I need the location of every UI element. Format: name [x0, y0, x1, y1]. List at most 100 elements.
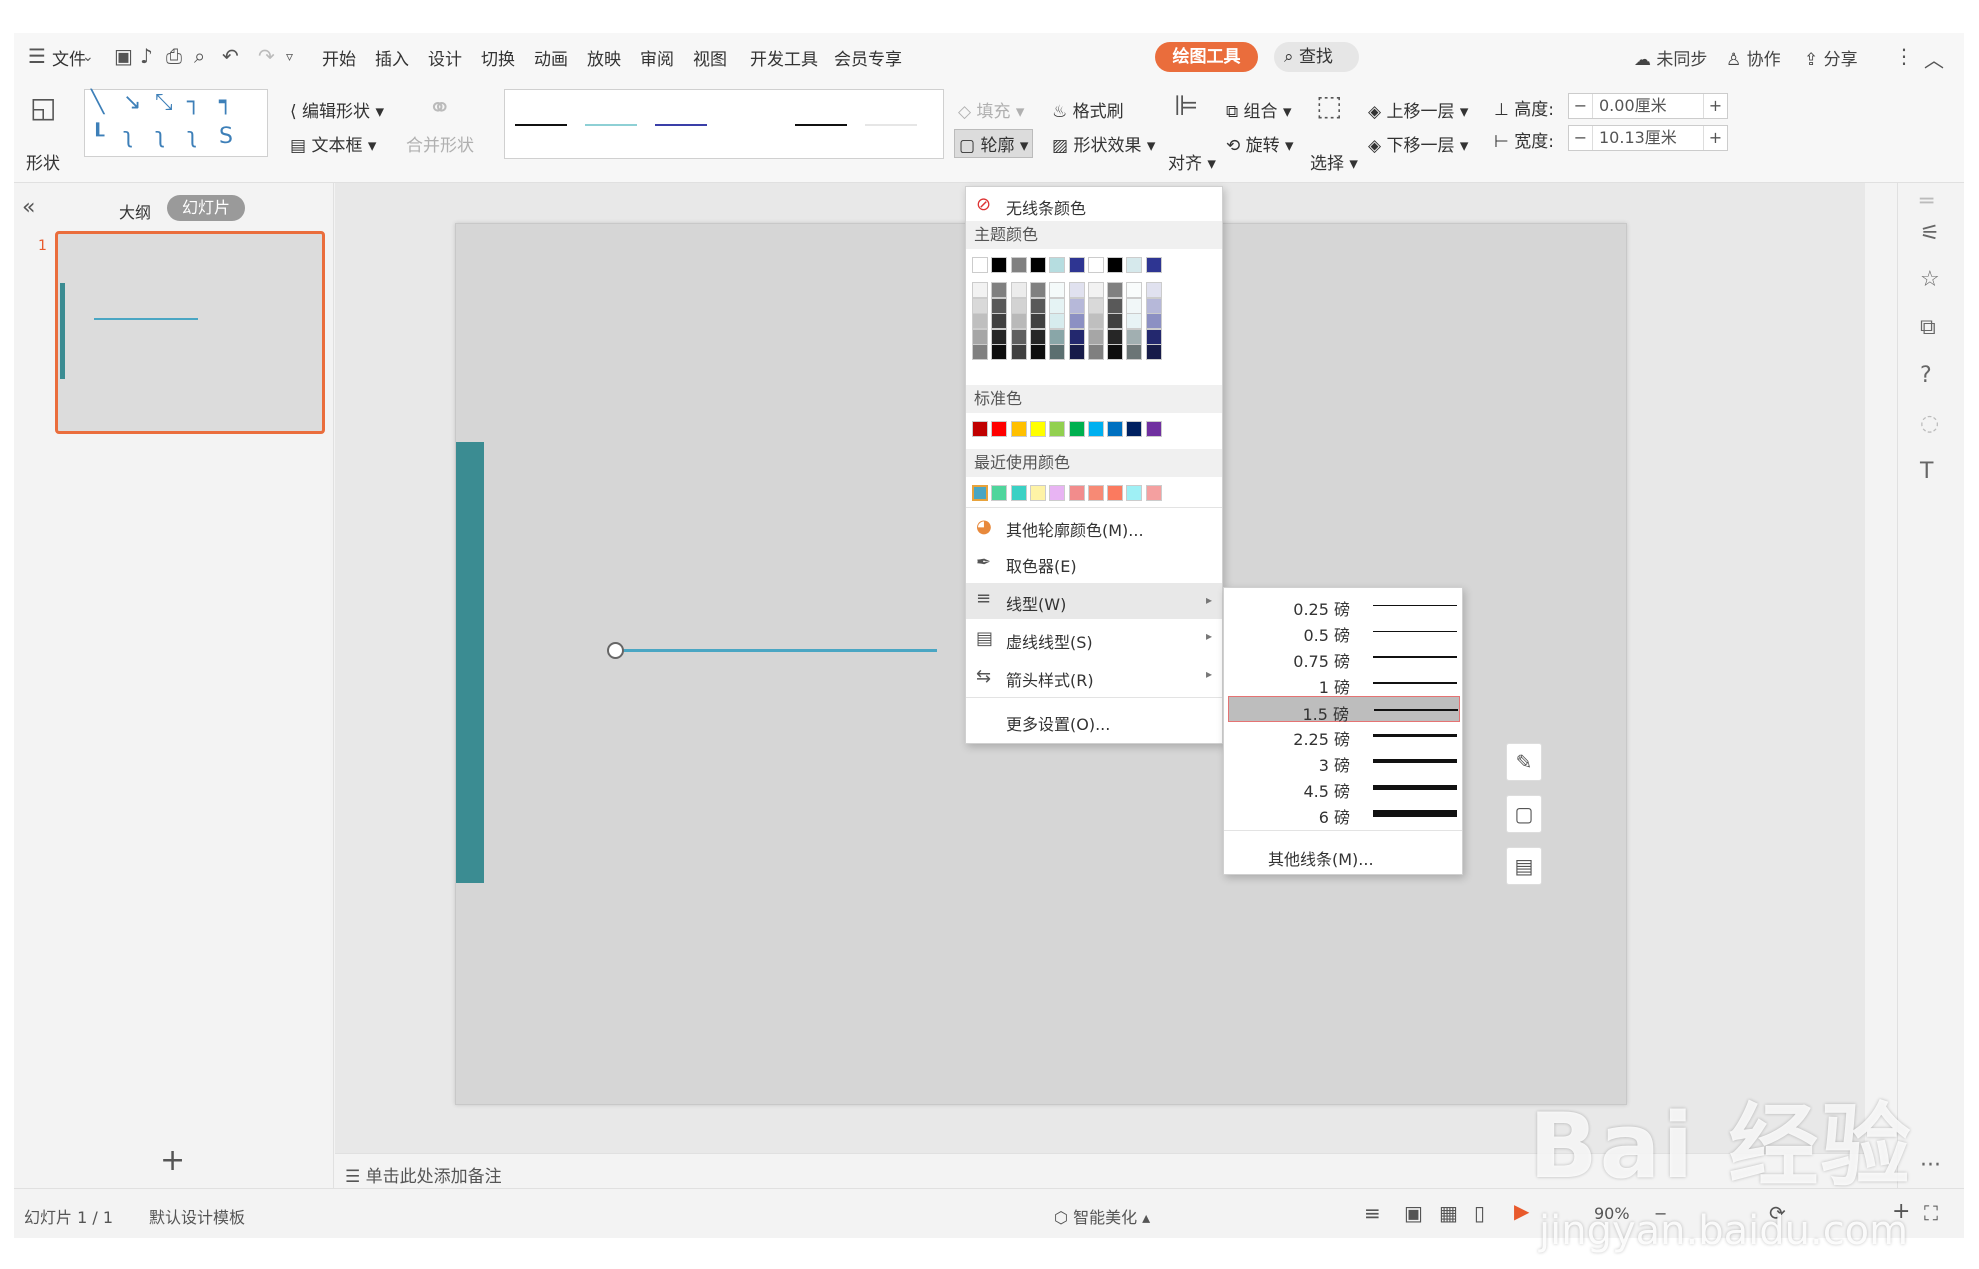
line-weight-option[interactable]: 4.5 磅	[1228, 774, 1460, 801]
theme-shade-swatch[interactable]	[1068, 313, 1085, 329]
theme-shade-swatch[interactable]	[1126, 328, 1143, 345]
standard-color-swatch[interactable]	[1049, 421, 1066, 437]
help-icon[interactable]: ?	[1920, 363, 1932, 388]
theme-shade-swatch[interactable]	[1049, 282, 1066, 298]
search-button[interactable]: ⌕ 查找	[1274, 42, 1359, 72]
fill-button[interactable]: ◇ 填充 ▾	[958, 97, 1024, 122]
eyedropper-item[interactable]: ✒ 取色器(E)	[966, 547, 1222, 579]
textbox-button[interactable]: ▤ 文本框 ▾	[290, 131, 376, 156]
theme-shade-swatch[interactable]	[1087, 328, 1104, 345]
theme-color-swatch[interactable]	[1049, 257, 1066, 273]
lightbulb-icon[interactable]: ◌	[1920, 411, 1939, 436]
add-slide-icon[interactable]: +	[160, 1143, 185, 1178]
theme-shade-swatch[interactable]	[1049, 297, 1066, 314]
width-increase-button[interactable]: +	[1703, 126, 1727, 150]
more-outline-colors-item[interactable]: ◕ 其他轮廓颜色(M)...	[966, 511, 1222, 543]
theme-shade-swatch[interactable]	[1126, 297, 1143, 314]
theme-color-swatch[interactable]	[1145, 257, 1162, 273]
height-value[interactable]: 0.00厘米	[1599, 94, 1667, 118]
recent-color-swatch[interactable]	[1049, 485, 1066, 501]
no-line-color-item[interactable]: ⊘ 无线条颜色	[966, 189, 1222, 221]
theme-shade-swatch[interactable]	[1107, 297, 1124, 314]
curved-connector-icon[interactable]: ʅ	[123, 124, 133, 149]
notes-placeholder[interactable]: ☰ 单击此处添加备注	[345, 1162, 502, 1187]
theme-shade-swatch[interactable]	[972, 313, 988, 329]
theme-color-swatch[interactable]	[1107, 257, 1124, 273]
group-button[interactable]: ⧉ 组合 ▾	[1226, 97, 1291, 122]
standard-color-swatch[interactable]	[1087, 421, 1104, 437]
standard-color-swatch[interactable]	[1068, 421, 1085, 437]
grid-view-icon[interactable]: ▦	[1439, 1201, 1458, 1225]
freeform-curve-icon[interactable]: S	[219, 124, 233, 149]
theme-color-swatch[interactable]	[991, 257, 1008, 273]
line-weight-item[interactable]: ≡ 线型(W) ▸	[966, 583, 1222, 619]
merge-shape-button[interactable]: 合并形状	[406, 131, 474, 156]
elbow-arrow-connector-icon[interactable]: ┑	[219, 90, 232, 115]
outline-button[interactable]: ▢ 轮廓 ▾	[954, 129, 1034, 158]
edit-shape-button[interactable]: ⟨ 编辑形状 ▾	[290, 97, 384, 122]
smart-beautify-button[interactable]: ⬡ 智能美化 ▴	[1054, 1204, 1150, 1228]
style-teal-line[interactable]	[585, 124, 637, 126]
theme-shade-swatch[interactable]	[1087, 313, 1104, 329]
text-icon[interactable]: T	[1920, 459, 1933, 484]
collaborate-button[interactable]: ♙ 协作	[1726, 45, 1781, 70]
tab-review[interactable]: 审阅	[640, 45, 674, 70]
copy-icon[interactable]: ⧉	[1920, 315, 1936, 340]
line-weight-option[interactable]: 6 磅	[1228, 800, 1460, 827]
undo-icon[interactable]: ↶	[222, 44, 239, 68]
theme-shade-swatch[interactable]	[1107, 328, 1124, 345]
theme-shade-swatch[interactable]	[1126, 282, 1143, 298]
theme-color-swatch[interactable]	[1126, 257, 1143, 273]
double-arrow-shape-icon[interactable]: ⤡	[155, 90, 173, 115]
line-start-handle[interactable]	[607, 642, 624, 659]
theme-shade-swatch[interactable]	[1107, 282, 1124, 298]
line-weight-option[interactable]: 0.25 磅	[1228, 592, 1460, 619]
theme-shade-swatch[interactable]	[1010, 313, 1027, 329]
shape-label[interactable]: 形状	[26, 149, 60, 174]
tab-slideshow[interactable]: 放映	[587, 45, 621, 70]
recent-color-swatch[interactable]	[1068, 485, 1085, 501]
theme-shade-swatch[interactable]	[1145, 328, 1162, 345]
tab-insert[interactable]: 插入	[375, 45, 409, 70]
float-outline-icon[interactable]: ▢	[1506, 795, 1542, 833]
theme-shade-swatch[interactable]	[1145, 282, 1162, 298]
tab-home[interactable]: 开始	[322, 45, 356, 70]
theme-color-swatch[interactable]	[1010, 257, 1027, 273]
tab-drawing-tools[interactable]: 绘图工具	[1155, 42, 1258, 72]
standard-color-swatch[interactable]	[1010, 421, 1027, 437]
theme-shade-swatch[interactable]	[1010, 328, 1027, 345]
theme-shade-swatch[interactable]	[1010, 282, 1027, 298]
teal-rectangle-shape[interactable]	[456, 442, 484, 883]
tab-transition[interactable]: 切换	[481, 45, 515, 70]
theme-shade-swatch[interactable]	[972, 282, 988, 298]
tab-animation[interactable]: 动画	[534, 45, 568, 70]
float-textbox-icon[interactable]: ▤	[1506, 847, 1542, 885]
bring-forward-button[interactable]: ◈ 上移一层 ▾	[1368, 97, 1468, 122]
select-button[interactable]: 选择 ▾	[1310, 149, 1358, 174]
file-menu[interactable]: 文件	[52, 45, 86, 70]
line-weight-option[interactable]: 2.25 磅	[1228, 722, 1460, 749]
theme-shade-swatch[interactable]	[1068, 297, 1085, 314]
theme-shade-swatch[interactable]	[972, 344, 988, 360]
recent-color-swatch[interactable]	[1087, 485, 1104, 501]
template-name[interactable]: 默认设计模板	[149, 1204, 245, 1228]
format-painter-icon[interactable]: ♪	[140, 44, 153, 68]
standard-color-swatch[interactable]	[1126, 421, 1143, 437]
theme-shade-swatch[interactable]	[972, 328, 988, 345]
collapse-panel-icon[interactable]: «	[22, 195, 35, 220]
theme-shade-swatch[interactable]	[1029, 297, 1046, 314]
slide-thumbnail[interactable]	[55, 231, 325, 434]
more-icon[interactable]: ···	[1920, 1153, 1941, 1178]
theme-shade-swatch[interactable]	[1068, 328, 1085, 345]
tab-view[interactable]: 视图	[693, 45, 727, 70]
line-weight-option[interactable]: 3 磅	[1228, 748, 1460, 775]
format-painter-button[interactable]: ♨ 格式刷	[1052, 97, 1124, 122]
theme-shade-swatch[interactable]	[1049, 313, 1066, 329]
more-lines-item[interactable]: 其他线条(M)...	[1268, 846, 1374, 870]
standard-color-swatch[interactable]	[1145, 421, 1162, 437]
tab-developer[interactable]: 开发工具	[750, 45, 818, 70]
width-value[interactable]: 10.13厘米	[1599, 126, 1677, 150]
hamburger-menu-icon[interactable]: ☰	[28, 44, 46, 68]
recent-color-swatch[interactable]	[1029, 485, 1046, 501]
line-weight-option[interactable]: 1.5 磅	[1228, 696, 1460, 724]
